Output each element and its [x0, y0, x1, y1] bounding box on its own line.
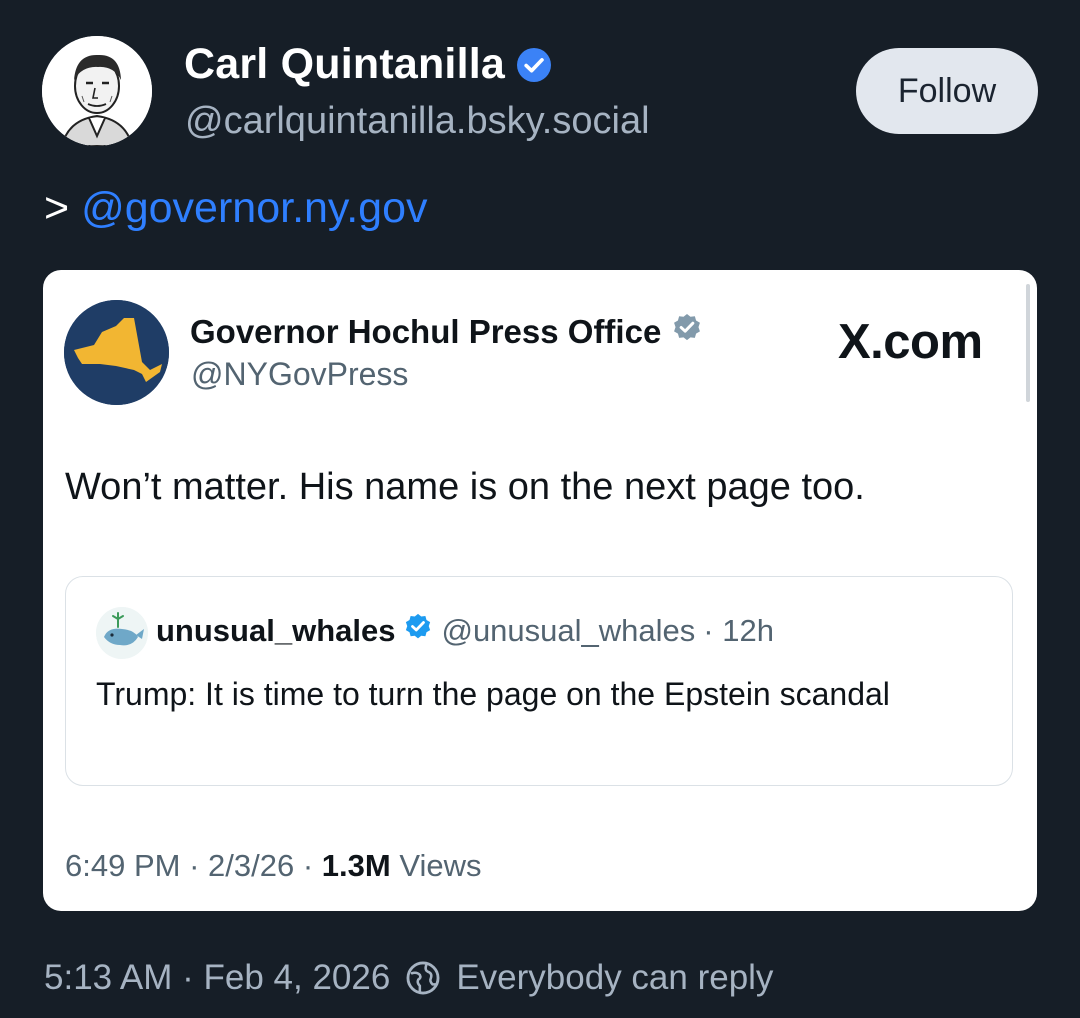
scrollbar[interactable] — [1026, 284, 1030, 402]
quoted-author-name: unusual_whales — [156, 613, 396, 648]
author-name[interactable]: Carl Quintanilla — [184, 40, 505, 89]
embed-date: 2/3/26 — [208, 848, 295, 883]
post-text: > @governor.ny.gov — [44, 184, 428, 233]
post-footer: 5:13 AM · Feb 4, 2026 Everybody can repl… — [44, 958, 773, 998]
embed-tweet-text: Won’t matter. His name is on the next pa… — [65, 466, 865, 508]
author-name-row[interactable]: Carl Quintanilla — [184, 40, 551, 89]
follow-button[interactable]: Follow — [856, 48, 1038, 134]
embed-tweet-meta: 6:49 PM · 2/3/26 · 1.3M Views — [65, 848, 482, 883]
blue-verified-badge-icon — [403, 612, 433, 650]
quoted-author-handle: @unusual_whales — [441, 613, 696, 648]
reply-setting[interactable]: Everybody can reply — [456, 958, 773, 998]
views-label: Views — [399, 848, 482, 883]
quoted-tweet[interactable]: unusual_whales @unusual_whales · 12h Tru… — [65, 576, 1013, 786]
embed-author-handle: @NYGovPress — [191, 356, 409, 392]
author-avatar[interactable] — [42, 36, 152, 146]
whale-avatar — [96, 607, 148, 659]
source-label: X.com — [838, 315, 983, 369]
embed-author-name-row: Governor Hochul Press Office — [190, 312, 703, 352]
author-handle[interactable]: @carlquintanilla.bsky.social — [185, 100, 650, 143]
quoted-time: · 12h — [703, 613, 774, 648]
quote-prefix: > — [44, 184, 70, 232]
views-count: 1.3M — [321, 848, 391, 883]
globe-reply-icon — [404, 959, 442, 997]
ny-state-avatar — [64, 300, 169, 405]
embedded-tweet-card[interactable]: Governor Hochul Press Office @NYGovPress… — [43, 270, 1037, 911]
embed-author-name: Governor Hochul Press Office — [190, 313, 662, 350]
quoted-tweet-text: Trump: It is time to turn the page on th… — [96, 676, 890, 712]
mention-link[interactable]: @governor.ny.gov — [81, 184, 427, 232]
post-timestamp[interactable]: 5:13 AM · Feb 4, 2026 — [44, 958, 390, 998]
gray-verified-badge-icon — [671, 312, 703, 352]
quoted-tweet-header: unusual_whales @unusual_whales · 12h — [156, 612, 774, 650]
verified-badge-icon — [516, 47, 551, 82]
embed-time: 6:49 PM — [65, 848, 181, 883]
